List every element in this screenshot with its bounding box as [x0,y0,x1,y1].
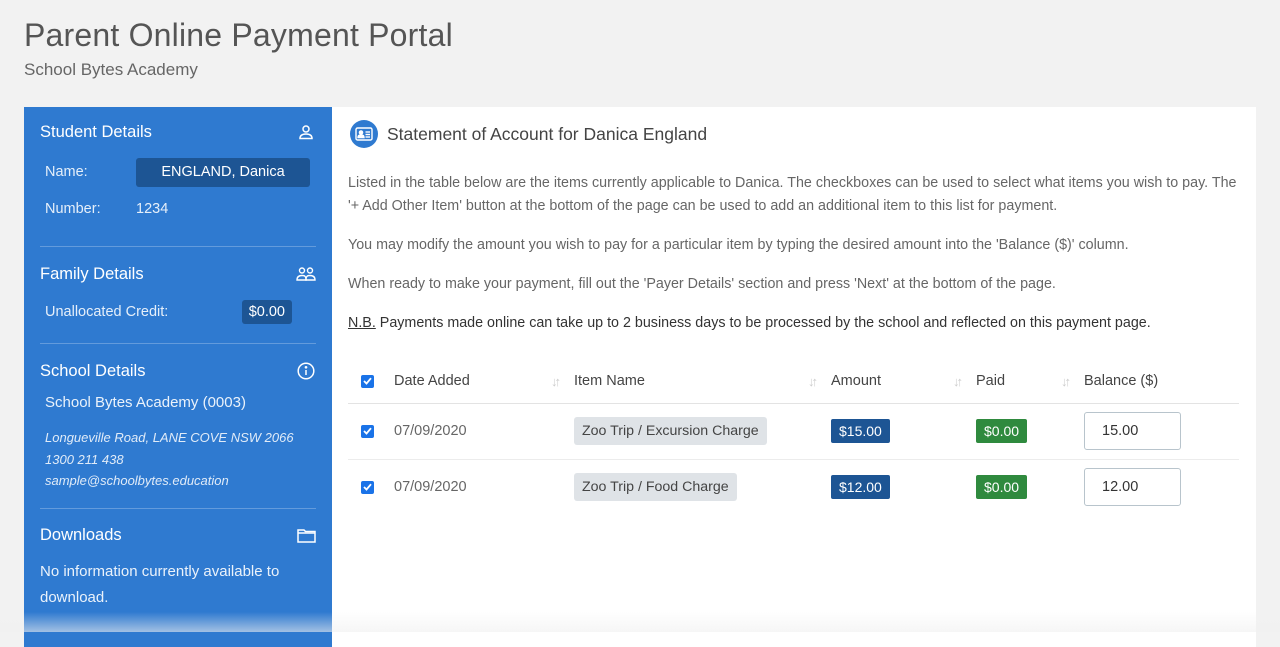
school-address: Longueville Road, LANE COVE NSW 2066 [45,427,316,449]
row-item-name: Zoo Trip / Excursion Charge [574,417,767,445]
sort-icon[interactable]: ↓↑ [808,374,815,389]
number-label: Number: [45,201,136,217]
sort-icon[interactable]: ↓↑ [551,374,558,389]
family-details-section: Family Details Unallocated Credit: $0.00 [40,249,316,344]
ready-text: When ready to make your payment, fill ou… [348,273,1240,296]
row-date: 07/09/2020 [394,403,574,459]
school-email[interactable]: sample@schoolbytes.education [45,470,316,492]
downloads-title: Downloads [40,526,122,545]
info-icon [296,361,316,381]
family-details-title: Family Details [40,265,144,284]
items-table: Date Added ↓↑ Item Name ↓↑ Amount ↓↑ Paid ↓↑… [348,360,1239,515]
student-number: 1234 [136,201,168,217]
sort-icon[interactable]: ↓↑ [1061,374,1068,389]
school-phone: 1300 211 438 [45,449,316,471]
id-card-icon [350,120,378,148]
row-checkbox[interactable] [361,481,374,494]
table-row: 07/09/2020 Zoo Trip / Excursion Charge $… [348,403,1239,459]
sort-icon[interactable]: ↓↑ [953,374,960,389]
school-details-title: School Details [40,362,145,381]
student-details-title: Student Details [40,123,152,142]
student-details-section: Student Details Name: ENGLAND, Danica Nu… [40,107,316,247]
page-title: Parent Online Payment Portal [24,14,453,56]
modify-text: You may modify the amount you wish to pa… [348,234,1240,257]
column-date-added[interactable]: Date Added [394,373,470,389]
table-header-row: Date Added ↓↑ Item Name ↓↑ Amount ↓↑ Paid ↓↑… [348,360,1239,403]
row-item-name: Zoo Trip / Food Charge [574,473,737,501]
row-balance-input[interactable] [1084,412,1181,450]
column-paid[interactable]: Paid [976,373,1005,389]
folder-icon [296,526,316,546]
unallocated-credit-value: $0.00 [242,300,292,324]
user-icon [296,122,316,142]
intro-text: Listed in the table below are the items … [348,172,1240,218]
sidebar: Student Details Name: ENGLAND, Danica Nu… [24,107,332,647]
nb-label: N.B. [348,315,376,331]
row-balance-input[interactable] [1084,468,1181,506]
row-checkbox[interactable] [361,425,374,438]
downloads-section: Downloads No information currently avail… [40,511,316,627]
row-amount: $12.00 [831,475,890,499]
row-date: 07/09/2020 [394,459,574,515]
statement-title: Statement of Account for Danica England [387,124,707,145]
nb-note: N.B. Payments made online can take up to… [348,312,1240,335]
column-balance: Balance ($) [1084,373,1158,389]
page-subtitle: School Bytes Academy [24,60,453,80]
row-paid: $0.00 [976,419,1027,443]
page-header: Parent Online Payment Portal School Byte… [24,14,453,80]
nb-text: Payments made online can take up to 2 bu… [376,315,1151,331]
student-name-badge: ENGLAND, Danica [136,158,310,187]
users-icon [296,264,316,284]
unallocated-credit-label: Unallocated Credit: [45,304,168,320]
downloads-empty-text: No information currently available to do… [40,559,316,611]
table-row: 07/09/2020 Zoo Trip / Food Charge $12.00… [348,459,1239,515]
column-amount[interactable]: Amount [831,373,881,389]
row-amount: $15.00 [831,419,890,443]
select-all-checkbox[interactable] [361,375,374,388]
column-item-name[interactable]: Item Name [574,373,645,389]
name-label: Name: [45,164,136,180]
row-paid: $0.00 [976,475,1027,499]
school-name: School Bytes Academy (0003) [40,394,316,411]
school-contact: Longueville Road, LANE COVE NSW 2066 130… [40,427,316,492]
statement-panel: Statement of Account for Danica England … [332,107,1256,647]
school-details-section: School Details School Bytes Academy (000… [40,346,316,509]
